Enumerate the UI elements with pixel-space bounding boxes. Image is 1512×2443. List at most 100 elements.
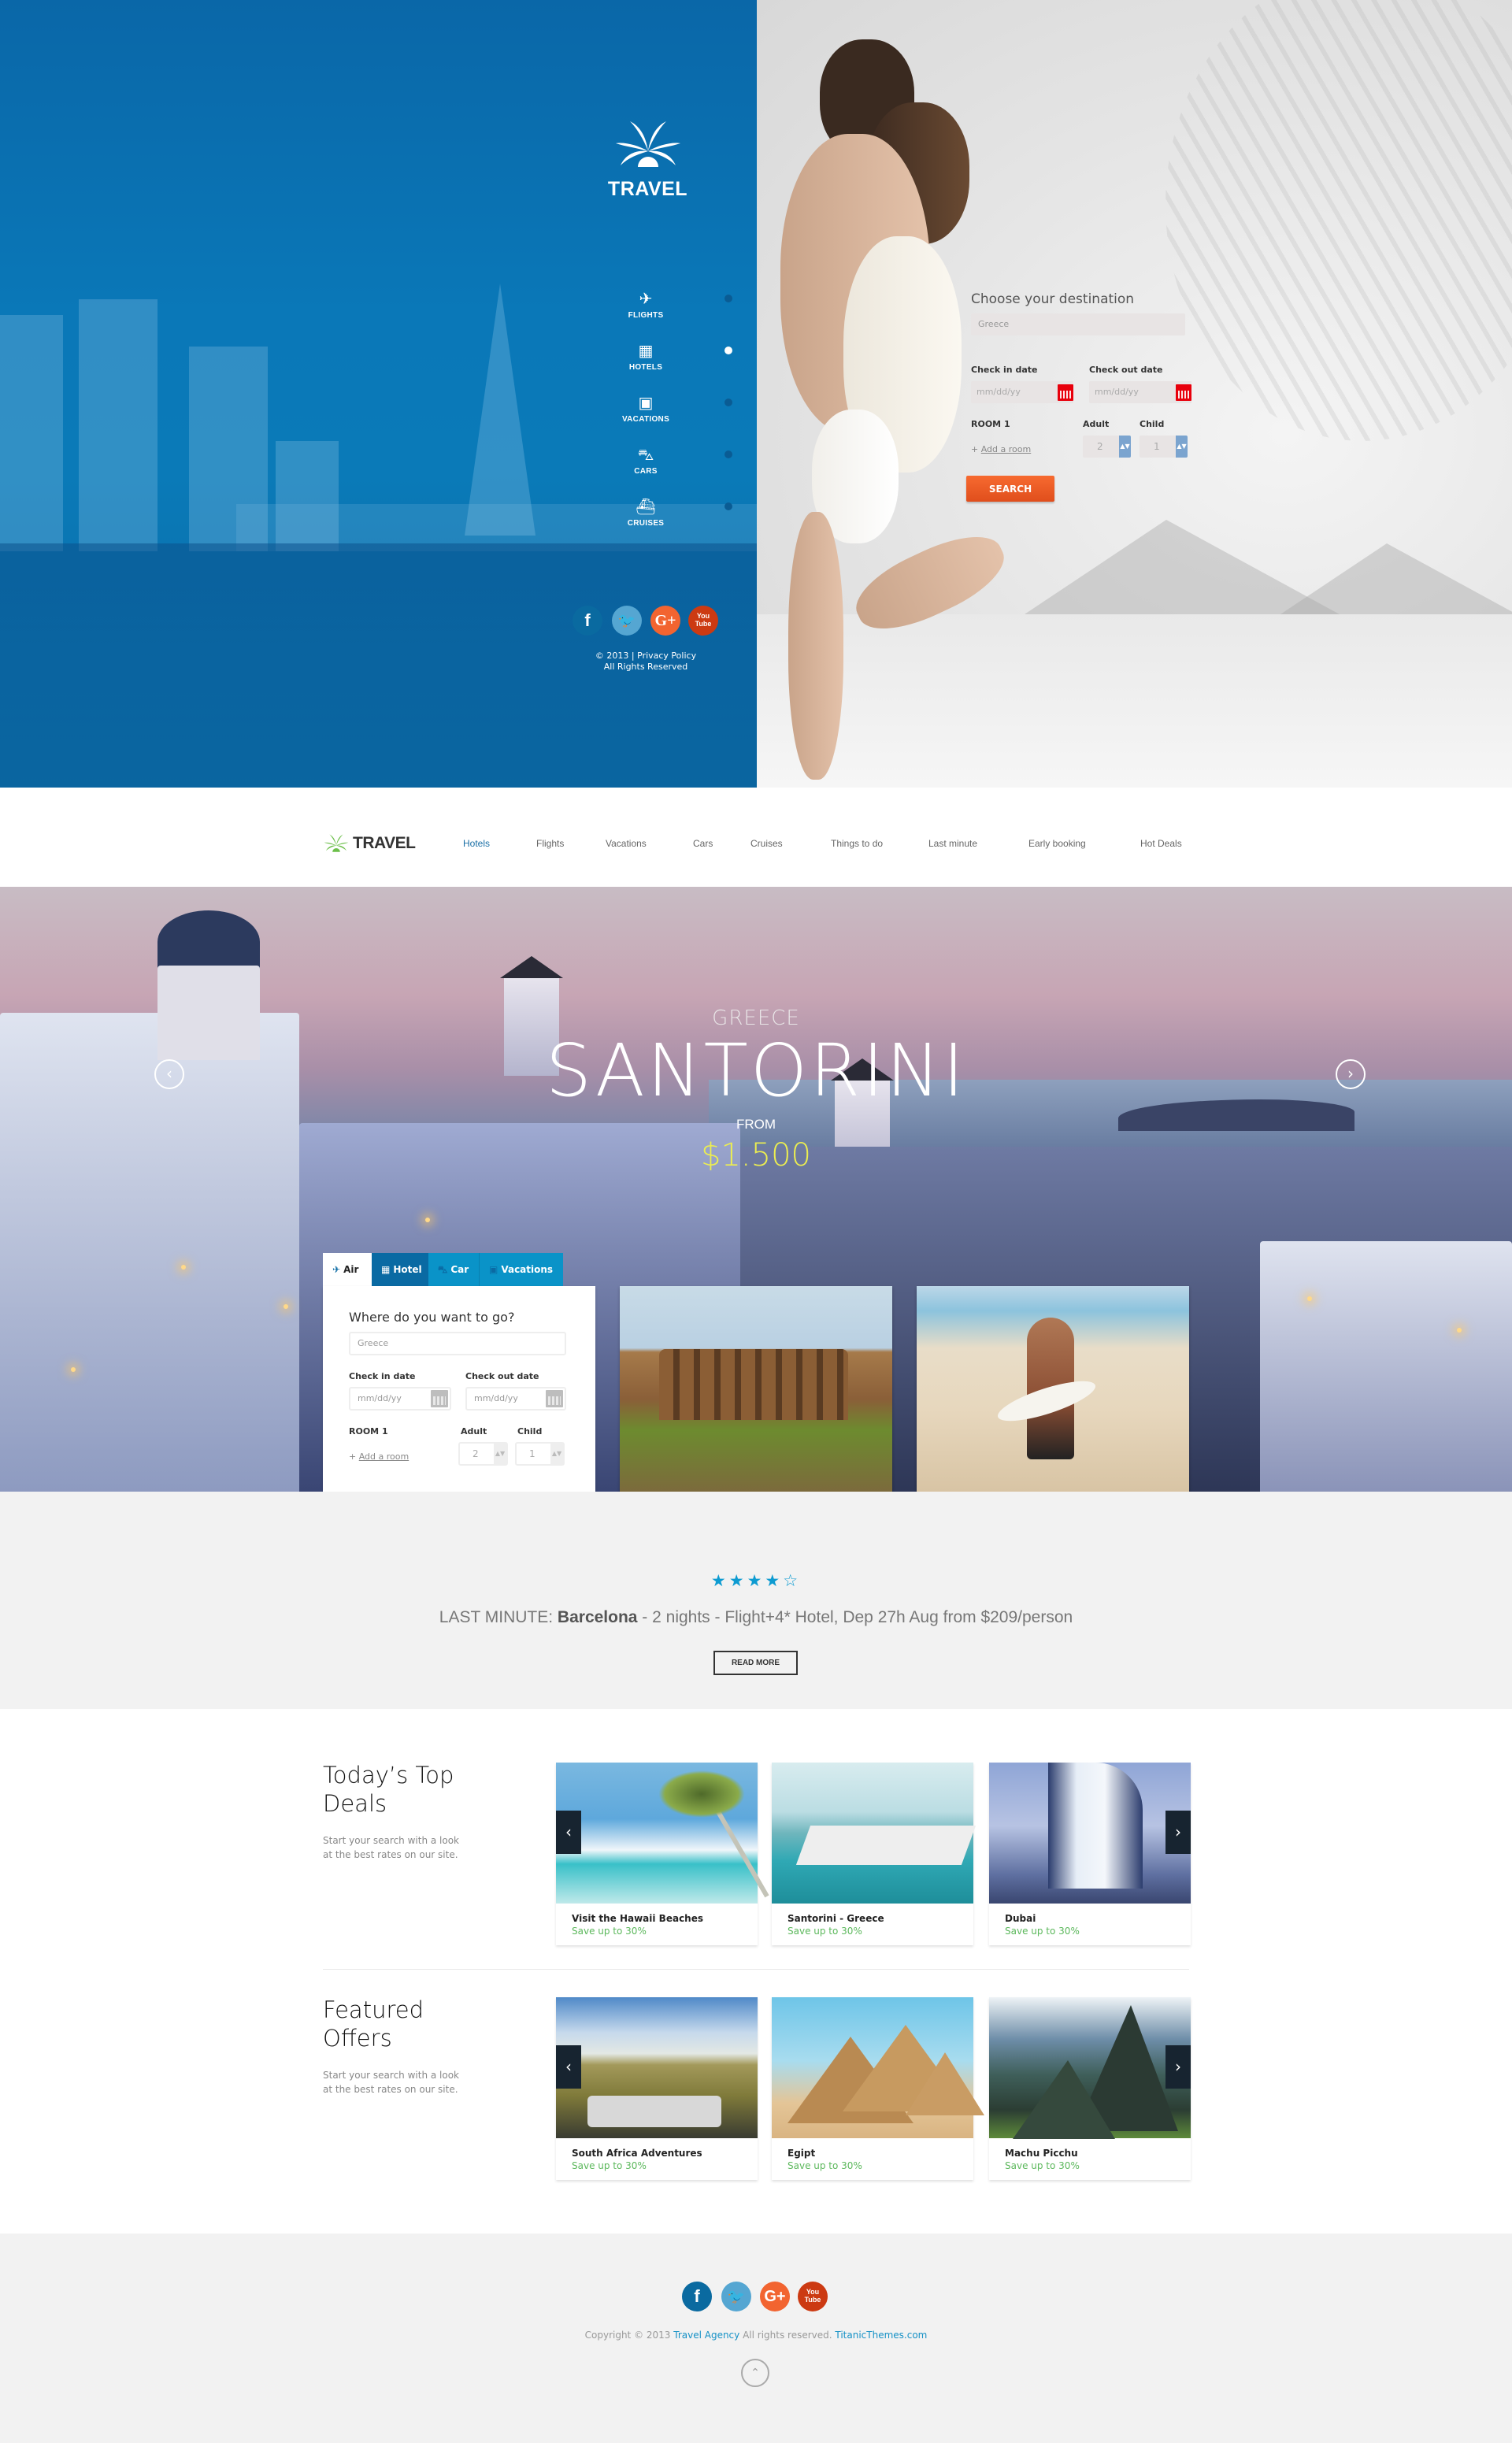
nav-things-to-do[interactable]: Things to do	[831, 838, 883, 849]
twitter-icon[interactable]: 🐦	[612, 606, 642, 636]
offer-card[interactable]: Egipt Save up to 30%	[772, 1997, 984, 2180]
adult-stepper[interactable]: 2 ▲▼	[1083, 436, 1131, 458]
carousel-prev-icon[interactable]: ‹	[556, 1811, 581, 1854]
hero-country: GREECE	[712, 1006, 800, 1030]
stepper-arrows-icon[interactable]: ▲▼	[1119, 436, 1131, 458]
calendar-icon[interactable]	[431, 1390, 448, 1407]
carousel-prev-icon[interactable]: ‹	[556, 2045, 581, 2089]
youtube-text: Tube	[804, 2296, 821, 2304]
checkin-date-input[interactable]: mm/dd/yy	[971, 381, 1073, 403]
back-to-top-icon[interactable]: ⌃	[741, 2359, 769, 2387]
add-room-link[interactable]: + Add a room	[349, 1451, 409, 1462]
title-line: Today’s Top	[323, 1762, 454, 1789]
twitter-icon[interactable]: 🐦	[721, 2282, 751, 2311]
tab-label: Hotel	[393, 1264, 422, 1275]
deal-card[interactable]: Santorini - Greece Save up to 30%	[772, 1763, 976, 1945]
brand-logo[interactable]: TRAVEL	[606, 118, 689, 201]
tab-car[interactable]: ⛍ Car	[428, 1253, 479, 1286]
featured-offers-description: Start your search with a look at the best…	[323, 2068, 480, 2096]
nav-cruises[interactable]: Cruises	[750, 838, 783, 849]
googleplus-icon[interactable]: G+	[760, 2282, 790, 2311]
theme-link[interactable]: TitanicThemes.com	[835, 2330, 927, 2341]
last-minute-section	[0, 1492, 1512, 1709]
youtube-icon[interactable]: You Tube	[798, 2282, 828, 2311]
side-nav-cars[interactable]: ⛍ CARS	[606, 445, 685, 476]
calendar-icon[interactable]	[1175, 381, 1191, 403]
landing-section: TRAVEL ✈ FLIGHTS ▦ HOTELS ▣ VACATIONS ⛍ …	[0, 0, 1512, 788]
agency-link[interactable]: Travel Agency	[673, 2330, 739, 2341]
nav-vacations[interactable]: Vacations	[606, 838, 647, 849]
footer-copyright: Copyright © 2013 Travel Agency All right…	[0, 2330, 1512, 2341]
form-title: Choose your destination	[971, 291, 1135, 307]
slide-dot-active[interactable]	[724, 347, 732, 354]
side-nav-hotels[interactable]: ▦ HOTELS	[606, 341, 685, 372]
nav-cars[interactable]: Cars	[693, 838, 713, 849]
landing-search-button[interactable]: SEARCH	[966, 476, 1054, 502]
read-more-button[interactable]: READ MORE	[713, 1651, 798, 1675]
deal-saving: Save up to 30%	[788, 1926, 862, 1937]
search-tabs: ✈ Air ▦ Hotel ⛍ Car ▣ Vacations	[323, 1253, 563, 1286]
checkout-date-input[interactable]: mm/dd/yy	[465, 1387, 566, 1411]
desc-line: Start your search with a look	[323, 2070, 460, 2081]
brand-name: TRAVEL	[607, 178, 688, 200]
slide-dot[interactable]	[724, 502, 732, 510]
carousel-next-icon[interactable]: ›	[1166, 2045, 1191, 2089]
add-room-text: Add a room	[358, 1451, 410, 1462]
stepper-arrows-icon[interactable]: ▲▼	[550, 1444, 563, 1464]
nav-flights[interactable]: Flights	[536, 838, 564, 849]
side-nav-cruises[interactable]: ⛴ CRUISES	[606, 497, 685, 528]
nav-hot-deals[interactable]: Hot Deals	[1140, 838, 1182, 849]
youtube-icon[interactable]: You Tube	[688, 606, 718, 636]
offer-card[interactable]: South Africa Adventures Save up to 30%	[556, 1997, 758, 2180]
googleplus-icon[interactable]: G+	[650, 606, 680, 636]
checkout-date-input[interactable]: mm/dd/yy	[1089, 381, 1191, 403]
room-label: ROOM 1	[349, 1426, 388, 1437]
nav-hotels[interactable]: Hotels	[463, 838, 490, 849]
cote-dazur-image	[917, 1286, 1189, 1492]
slide-dot[interactable]	[724, 399, 732, 406]
date-placeholder: mm/dd/yy	[1095, 387, 1139, 397]
youtube-text: Tube	[695, 620, 712, 628]
car-icon: ⛍	[637, 445, 654, 464]
add-room-link[interactable]: + Add a room	[971, 444, 1031, 454]
slider-prev-icon[interactable]: ‹	[154, 1059, 184, 1089]
destination-input[interactable]: Greece	[349, 1332, 566, 1355]
machu-picchu-image	[989, 1997, 1191, 2139]
copyright-text: Copyright © 2013	[584, 2330, 674, 2341]
tab-hotel[interactable]: ▦ Hotel	[372, 1253, 428, 1286]
deal-name: Santorini - Greece	[788, 1913, 884, 1924]
stepper-arrows-icon[interactable]: ▲▼	[494, 1444, 506, 1464]
child-stepper[interactable]: 1 ▲▼	[515, 1442, 565, 1466]
offer-card[interactable]: Machu Picchu Save up to 30%	[989, 1997, 1191, 2180]
nav-last-minute[interactable]: Last minute	[928, 838, 977, 849]
star-rating: ★★★★☆	[0, 1571, 1512, 1590]
calendar-icon[interactable]	[1057, 381, 1073, 403]
facebook-icon[interactable]: f	[573, 606, 602, 636]
tab-air[interactable]: ✈ Air	[323, 1253, 372, 1286]
calendar-icon[interactable]	[546, 1390, 563, 1407]
plus-text: +	[349, 1451, 359, 1462]
tab-vacations[interactable]: ▣ Vacations	[479, 1253, 563, 1286]
header-logo[interactable]: TRAVEL	[323, 833, 416, 854]
top-deals-title: Today’s Top Deals	[323, 1761, 454, 1818]
adult-stepper[interactable]: 2 ▲▼	[458, 1442, 508, 1466]
stepper-arrows-icon[interactable]: ▲▼	[1176, 436, 1188, 458]
destination-input[interactable]: Greece	[971, 313, 1185, 335]
slide-dot[interactable]	[724, 450, 732, 458]
landing-search-form: Choose your destination Greece Check in …	[966, 291, 1191, 502]
tab-label: Vacations	[501, 1264, 554, 1275]
slider-next-icon[interactable]: ›	[1336, 1059, 1366, 1089]
deal-card[interactable]: Dubai Save up to 30%	[989, 1763, 1191, 1945]
copyright-privacy-link[interactable]: © 2013 | Privacy Policy	[575, 651, 717, 662]
nav-early-booking[interactable]: Early booking	[1028, 838, 1086, 849]
egypt-image	[772, 1997, 984, 2138]
child-stepper[interactable]: 1 ▲▼	[1140, 436, 1188, 458]
santorini-image	[772, 1763, 976, 1904]
deal-card[interactable]: Visit the Hawaii Beaches Save up to 30%	[556, 1763, 769, 1945]
slide-dot[interactable]	[724, 295, 732, 302]
side-nav-vacations[interactable]: ▣ VACATIONS	[606, 393, 685, 424]
carousel-next-icon[interactable]: ›	[1166, 1811, 1191, 1854]
checkin-date-input[interactable]: mm/dd/yy	[349, 1387, 451, 1411]
side-nav-flights[interactable]: ✈ FLIGHTS	[606, 289, 685, 320]
facebook-icon[interactable]: f	[682, 2282, 712, 2311]
